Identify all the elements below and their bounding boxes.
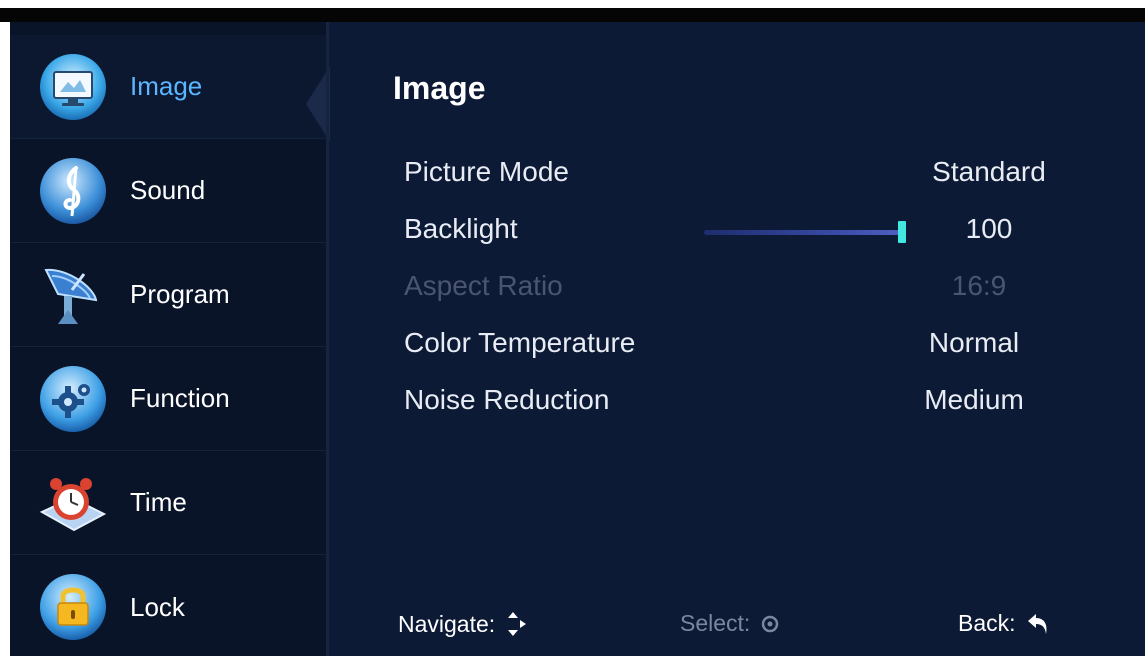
back-hint: Back: bbox=[958, 610, 1052, 637]
sidebar-item-label: Lock bbox=[130, 591, 185, 622]
back-label: Back: bbox=[958, 610, 1016, 636]
select-hint: Select: bbox=[680, 610, 780, 637]
setting-aspect-ratio: Aspect Ratio 16:9 bbox=[404, 270, 1054, 310]
screen: Image Sound Program Function Time Lock I… bbox=[0, 0, 1145, 656]
sidebar-item-label: Time bbox=[130, 487, 187, 517]
setting-value: Medium bbox=[924, 384, 1024, 415]
footer-hints: Navigate: Select: Back: bbox=[398, 610, 1098, 650]
sidebar-item-label: Sound bbox=[130, 175, 206, 205]
backlight-slider-thumb[interactable] bbox=[898, 221, 906, 243]
setting-value: Normal bbox=[928, 327, 1020, 358]
select-label: Select: bbox=[680, 610, 751, 636]
music-note-icon bbox=[38, 156, 108, 226]
top-bezel bbox=[0, 0, 1145, 22]
monitor-icon bbox=[38, 52, 108, 122]
navigate-hint: Navigate: bbox=[398, 610, 527, 638]
satellite-dish-icon bbox=[38, 260, 108, 330]
setting-label: Color Temperature bbox=[404, 327, 636, 358]
panel-divider bbox=[326, 22, 329, 656]
alarm-clock-icon bbox=[38, 468, 108, 538]
sidebar-item-function[interactable]: Function bbox=[10, 347, 328, 451]
setting-value: Standard bbox=[932, 156, 1046, 187]
setting-value: 16:9 bbox=[951, 270, 1007, 301]
sidebar-item-program[interactable]: Program bbox=[10, 243, 328, 347]
backlight-slider-track[interactable] bbox=[704, 230, 900, 235]
navigate-label: Navigate: bbox=[398, 610, 496, 637]
navigate-arrows-icon bbox=[505, 610, 527, 638]
setting-label: Noise Reduction bbox=[404, 384, 610, 415]
sidebar: Image Sound Program Function Time Lock bbox=[10, 22, 330, 656]
padlock-icon bbox=[38, 572, 108, 642]
sidebar-item-label: Function bbox=[130, 383, 230, 413]
gear-icon bbox=[38, 364, 108, 434]
setting-value: 100 bbox=[965, 213, 1013, 244]
sidebar-item-image[interactable]: Image bbox=[10, 35, 328, 139]
setting-picture-mode[interactable]: Picture Mode Standard bbox=[404, 156, 1054, 196]
select-circle-icon bbox=[760, 614, 780, 634]
sidebar-item-label: Image bbox=[130, 71, 203, 101]
back-arrow-icon bbox=[1026, 612, 1052, 636]
page-title: Image bbox=[393, 70, 486, 106]
sidebar-item-label: Program bbox=[130, 279, 230, 309]
sidebar-item-time[interactable]: Time bbox=[10, 451, 328, 555]
setting-label: Aspect Ratio bbox=[404, 270, 563, 301]
setting-noise-reduction[interactable]: Noise Reduction Medium bbox=[404, 384, 1054, 424]
sidebar-item-sound[interactable]: Sound bbox=[10, 139, 328, 243]
sidebar-item-lock[interactable]: Lock bbox=[10, 555, 328, 656]
setting-label: Picture Mode bbox=[404, 156, 569, 187]
setting-label: Backlight bbox=[404, 213, 518, 244]
setting-color-temperature[interactable]: Color Temperature Normal bbox=[404, 327, 1054, 367]
setting-backlight[interactable]: Backlight 100 bbox=[404, 213, 1054, 253]
